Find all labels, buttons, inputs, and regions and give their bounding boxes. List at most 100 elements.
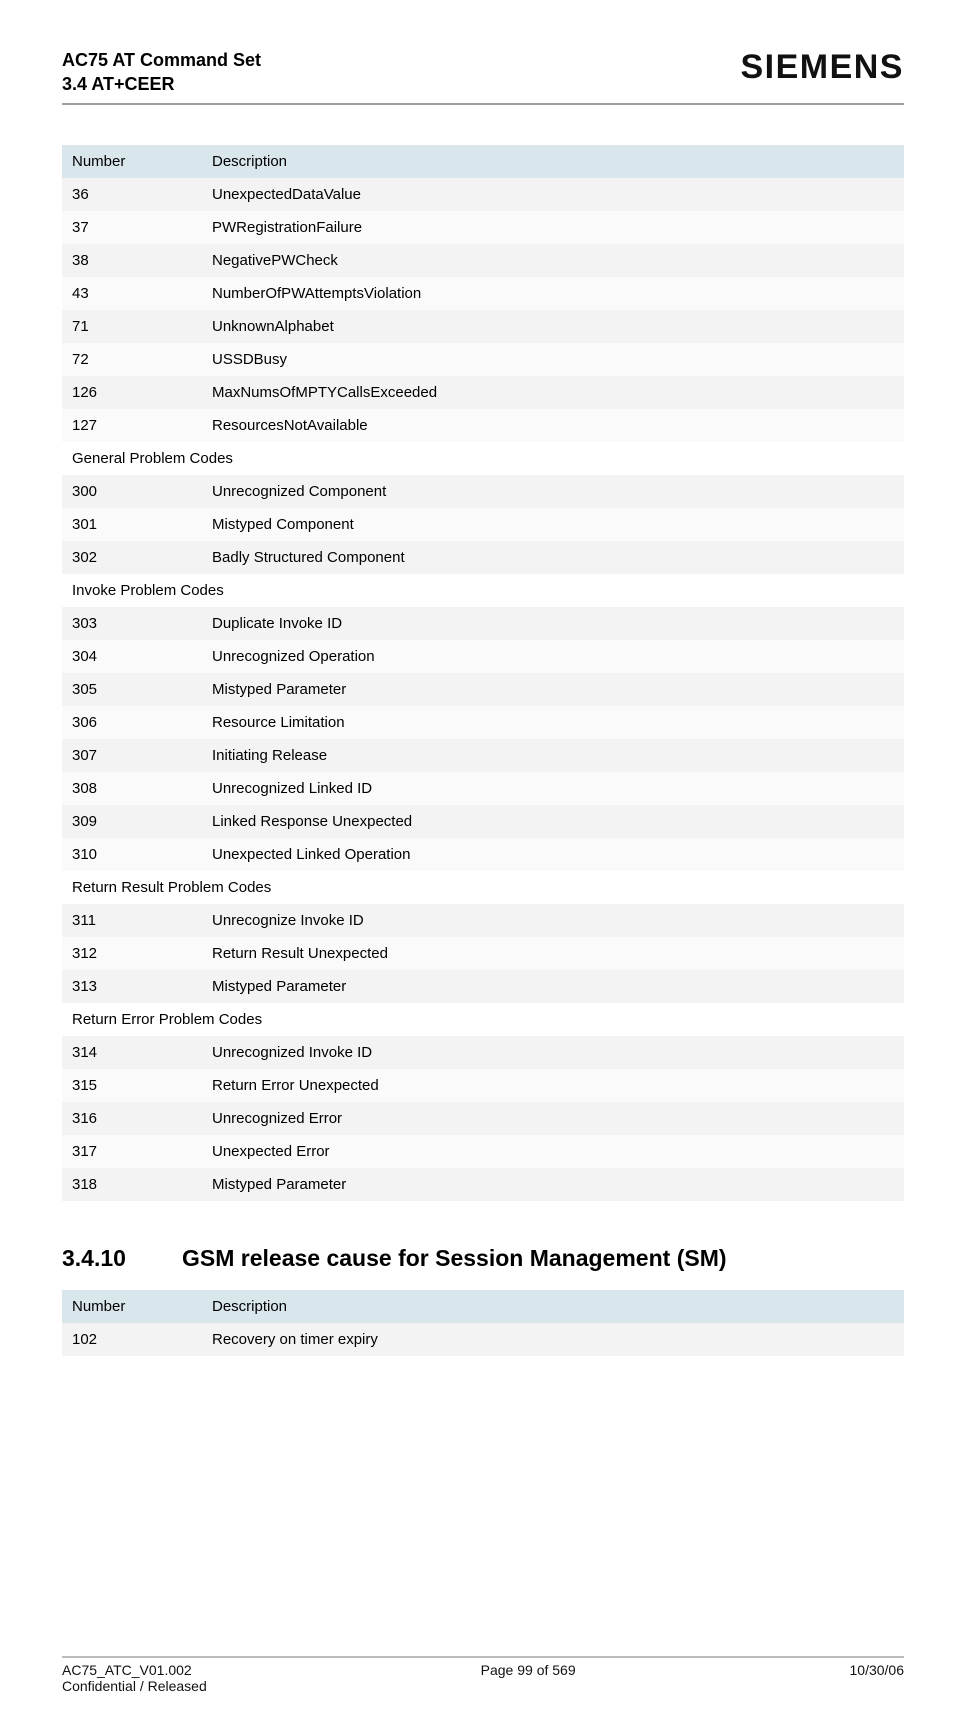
table-row: 300Unrecognized Component (62, 475, 904, 508)
cell-number: 309 (62, 805, 202, 838)
table-row: 312Return Result Unexpected (62, 937, 904, 970)
cell-description: Duplicate Invoke ID (202, 607, 904, 640)
cell-description: Unrecognized Operation (202, 640, 904, 673)
brand-logo: SIEMENS (740, 48, 904, 87)
table-row: 308Unrecognized Linked ID (62, 772, 904, 805)
section-heading: 3.4.10GSM release cause for Session Mana… (62, 1245, 904, 1272)
table-row: 306Resource Limitation (62, 706, 904, 739)
table-section-row: Return Result Problem Codes (62, 871, 904, 904)
doc-title-line2: 3.4 AT+CEER (62, 72, 261, 96)
col-header-number: Number (62, 1290, 202, 1323)
table-row: 303Duplicate Invoke ID (62, 607, 904, 640)
table-section-row: Invoke Problem Codes (62, 574, 904, 607)
cell-description: Unrecognized Component (202, 475, 904, 508)
doc-title: AC75 AT Command Set 3.4 AT+CEER (62, 48, 261, 97)
cell-description: Return Result Unexpected (202, 937, 904, 970)
cell-description: Return Error Unexpected (202, 1069, 904, 1102)
cell-number: 71 (62, 310, 202, 343)
table-row: 317Unexpected Error (62, 1135, 904, 1168)
cell-number: 37 (62, 211, 202, 244)
table-header-row: Number Description (62, 1290, 904, 1323)
cell-number: 43 (62, 277, 202, 310)
page-footer: AC75_ATC_V01.002 Confidential / Released… (62, 1662, 904, 1694)
cell-description: Resource Limitation (202, 706, 904, 739)
footer-confidential: Confidential / Released (62, 1678, 207, 1694)
cell-description: USSDBusy (202, 343, 904, 376)
footer-page-number: Page 99 of 569 (481, 1662, 576, 1694)
sm-codes-table: Number Description 102Recovery on timer … (62, 1290, 904, 1356)
table-row: 126MaxNumsOfMPTYCallsExceeded (62, 376, 904, 409)
table-row: 43NumberOfPWAttemptsViolation (62, 277, 904, 310)
cell-number: 305 (62, 673, 202, 706)
footer-divider (62, 1656, 904, 1658)
cell-number: 317 (62, 1135, 202, 1168)
footer-doc-id: AC75_ATC_V01.002 (62, 1662, 207, 1678)
cell-number: 301 (62, 508, 202, 541)
cell-description: Mistyped Parameter (202, 673, 904, 706)
table-row: 318Mistyped Parameter (62, 1168, 904, 1201)
section-number: 3.4.10 (62, 1245, 182, 1272)
table-row: 37PWRegistrationFailure (62, 211, 904, 244)
table-row: 38NegativePWCheck (62, 244, 904, 277)
cell-description: Unrecognized Error (202, 1102, 904, 1135)
cell-description: NegativePWCheck (202, 244, 904, 277)
table-row: 311Unrecognize Invoke ID (62, 904, 904, 937)
cell-number: 316 (62, 1102, 202, 1135)
table-row: 310Unexpected Linked Operation (62, 838, 904, 871)
cell-number: 302 (62, 541, 202, 574)
col-header-description: Description (202, 145, 904, 178)
col-header-description: Description (202, 1290, 904, 1323)
cell-number: 304 (62, 640, 202, 673)
cell-description: Badly Structured Component (202, 541, 904, 574)
cell-number: 318 (62, 1168, 202, 1201)
cell-number: 312 (62, 937, 202, 970)
cell-description: Mistyped Component (202, 508, 904, 541)
cell-number: 38 (62, 244, 202, 277)
cell-number: 127 (62, 409, 202, 442)
section-label: General Problem Codes (62, 442, 904, 475)
cell-description: NumberOfPWAttemptsViolation (202, 277, 904, 310)
section-label: Invoke Problem Codes (62, 574, 904, 607)
cell-description: UnexpectedDataValue (202, 178, 904, 211)
cell-description: MaxNumsOfMPTYCallsExceeded (202, 376, 904, 409)
cell-description: PWRegistrationFailure (202, 211, 904, 244)
table-row: 309Linked Response Unexpected (62, 805, 904, 838)
table-section-row: General Problem Codes (62, 442, 904, 475)
table-row: 127ResourcesNotAvailable (62, 409, 904, 442)
footer-date: 10/30/06 (850, 1662, 905, 1694)
cell-number: 126 (62, 376, 202, 409)
cell-number: 300 (62, 475, 202, 508)
cell-description: Unexpected Linked Operation (202, 838, 904, 871)
cell-description: Unrecognized Linked ID (202, 772, 904, 805)
table-row: 314Unrecognized Invoke ID (62, 1036, 904, 1069)
cell-description: Unexpected Error (202, 1135, 904, 1168)
cell-number: 311 (62, 904, 202, 937)
cell-number: 306 (62, 706, 202, 739)
cell-number: 314 (62, 1036, 202, 1069)
table-row: 307Initiating Release (62, 739, 904, 772)
cell-number: 303 (62, 607, 202, 640)
cell-description: Mistyped Parameter (202, 970, 904, 1003)
table-row: 72USSDBusy (62, 343, 904, 376)
codes-table: Number Description 36UnexpectedDataValue… (62, 145, 904, 1201)
table-row: 302Badly Structured Component (62, 541, 904, 574)
col-header-number: Number (62, 145, 202, 178)
footer-left: AC75_ATC_V01.002 Confidential / Released (62, 1662, 207, 1694)
cell-description: UnknownAlphabet (202, 310, 904, 343)
cell-number: 313 (62, 970, 202, 1003)
section-label: Return Error Problem Codes (62, 1003, 904, 1036)
cell-number: 307 (62, 739, 202, 772)
cell-description: Unrecognize Invoke ID (202, 904, 904, 937)
section-label: Return Result Problem Codes (62, 871, 904, 904)
cell-number: 72 (62, 343, 202, 376)
cell-number: 36 (62, 178, 202, 211)
table-row: 304Unrecognized Operation (62, 640, 904, 673)
table-section-row: Return Error Problem Codes (62, 1003, 904, 1036)
table-header-row: Number Description (62, 145, 904, 178)
table-row: 316Unrecognized Error (62, 1102, 904, 1135)
table-row: 301Mistyped Component (62, 508, 904, 541)
table-row: 313Mistyped Parameter (62, 970, 904, 1003)
page-header: AC75 AT Command Set 3.4 AT+CEER SIEMENS (62, 48, 904, 97)
table-row: 36UnexpectedDataValue (62, 178, 904, 211)
cell-description: Initiating Release (202, 739, 904, 772)
